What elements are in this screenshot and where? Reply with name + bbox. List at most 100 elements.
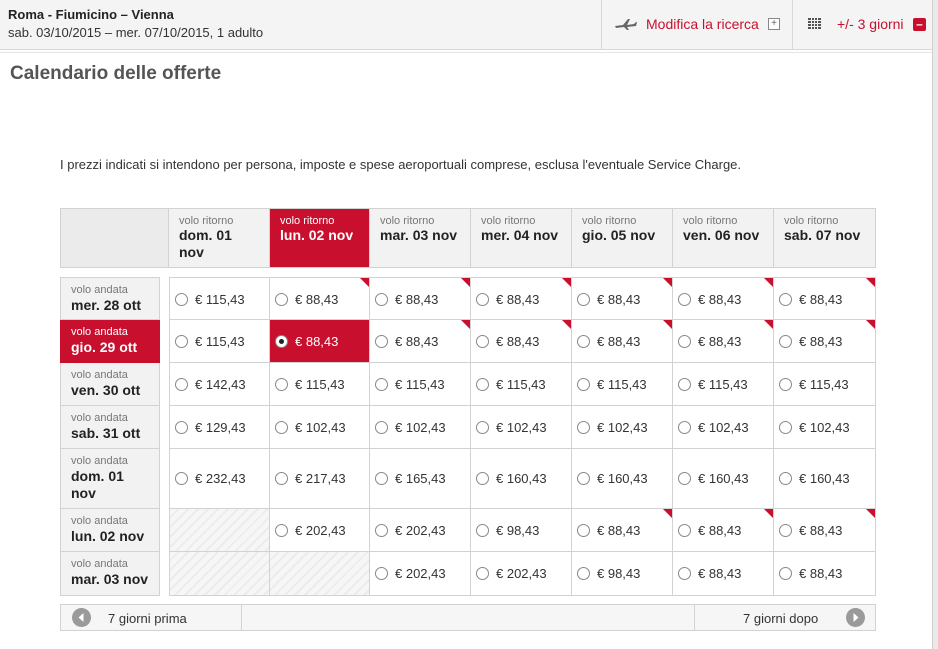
fare-radio[interactable]	[779, 524, 792, 537]
fare-cell[interactable]: € 88,43	[774, 509, 876, 552]
fare-radio[interactable]	[175, 421, 188, 434]
fare-cell[interactable]: € 88,43	[572, 320, 673, 363]
previous-week-button[interactable]: 7 giorni prima	[61, 605, 242, 630]
fare-cell[interactable]: € 217,43	[270, 449, 370, 509]
fare-cell[interactable]: € 88,43	[471, 277, 572, 320]
fare-radio[interactable]	[375, 472, 388, 485]
fare-cell[interactable]: € 115,43	[572, 363, 673, 406]
fare-cell[interactable]: € 202,43	[471, 552, 572, 596]
fare-radio[interactable]	[476, 524, 489, 537]
collapse-minus-icon[interactable]: –	[913, 18, 926, 31]
fare-cell[interactable]: € 88,43	[572, 277, 673, 320]
fare-radio[interactable]	[577, 378, 590, 391]
fare-cell[interactable]: € 102,43	[572, 406, 673, 449]
fare-cell[interactable]: € 98,43	[572, 552, 673, 596]
fare-radio[interactable]	[375, 421, 388, 434]
fare-radio[interactable]	[678, 524, 691, 537]
fare-cell[interactable]: € 88,43	[370, 320, 471, 363]
fare-radio[interactable]	[175, 472, 188, 485]
fare-radio[interactable]	[577, 472, 590, 485]
fare-radio[interactable]	[476, 421, 489, 434]
fare-cell[interactable]: € 160,43	[774, 449, 876, 509]
fare-cell[interactable]: € 165,43	[370, 449, 471, 509]
fare-radio[interactable]	[678, 293, 691, 306]
fare-radio[interactable]	[678, 335, 691, 348]
fare-radio[interactable]	[175, 335, 188, 348]
fare-cell[interactable]: € 88,43	[370, 277, 471, 320]
fare-cell[interactable]: € 88,43	[673, 552, 774, 596]
outbound-date-header[interactable]: volo andata sab. 31 ott	[60, 406, 160, 449]
outbound-date-header[interactable]: volo andata lun. 02 nov	[60, 509, 160, 552]
fare-cell[interactable]: € 115,43	[774, 363, 876, 406]
fare-cell[interactable]: € 115,43	[169, 320, 270, 363]
fare-radio[interactable]	[779, 567, 792, 580]
fare-radio[interactable]	[779, 335, 792, 348]
fare-radio[interactable]	[375, 567, 388, 580]
fare-radio[interactable]	[476, 378, 489, 391]
fare-cell[interactable]: € 142,43	[169, 363, 270, 406]
fare-radio[interactable]	[577, 421, 590, 434]
fare-radio[interactable]	[476, 472, 489, 485]
fare-cell[interactable]: € 102,43	[370, 406, 471, 449]
fare-cell[interactable]: € 88,43	[572, 509, 673, 552]
outbound-date-header[interactable]: volo andata mar. 03 nov	[60, 552, 160, 596]
fare-cell[interactable]: € 232,43	[169, 449, 270, 509]
fare-radio[interactable]	[375, 293, 388, 306]
fare-cell[interactable]: € 102,43	[774, 406, 876, 449]
flexible-days-button[interactable]: +/- 3 giorni –	[792, 0, 932, 50]
fare-radio[interactable]	[779, 421, 792, 434]
return-date-header[interactable]: volo ritorno lun. 02 nov	[270, 208, 370, 268]
return-date-header[interactable]: volo ritorno ven. 06 nov	[673, 208, 774, 268]
fare-cell[interactable]: € 88,43	[774, 552, 876, 596]
fare-cell[interactable]: € 88,43	[774, 277, 876, 320]
fare-radio[interactable]	[476, 567, 489, 580]
fare-cell[interactable]: € 102,43	[673, 406, 774, 449]
fare-cell[interactable]: € 102,43	[270, 406, 370, 449]
fare-radio[interactable]	[476, 335, 489, 348]
fare-radio[interactable]	[577, 524, 590, 537]
outbound-date-header[interactable]: volo andata ven. 30 ott	[60, 363, 160, 406]
fare-cell[interactable]: € 102,43	[471, 406, 572, 449]
fare-cell[interactable]: € 202,43	[270, 509, 370, 552]
fare-radio[interactable]	[275, 472, 288, 485]
return-date-header[interactable]: volo ritorno gio. 05 nov	[572, 208, 673, 268]
return-date-header[interactable]: volo ritorno mer. 04 nov	[471, 208, 572, 268]
fare-cell[interactable]: € 115,43	[471, 363, 572, 406]
fare-cell[interactable]: € 88,43	[673, 509, 774, 552]
fare-cell[interactable]: € 129,43	[169, 406, 270, 449]
return-date-header[interactable]: volo ritorno sab. 07 nov	[774, 208, 876, 268]
fare-radio[interactable]	[275, 293, 288, 306]
fare-cell[interactable]: € 88,43	[270, 320, 370, 363]
fare-cell[interactable]: € 202,43	[370, 509, 471, 552]
fare-cell[interactable]: € 88,43	[471, 320, 572, 363]
fare-cell[interactable]: € 88,43	[774, 320, 876, 363]
fare-cell[interactable]: € 160,43	[572, 449, 673, 509]
fare-cell[interactable]: € 115,43	[370, 363, 471, 406]
outbound-date-header[interactable]: volo andata mer. 28 ott	[60, 277, 160, 320]
fare-cell[interactable]: € 115,43	[270, 363, 370, 406]
fare-cell[interactable]: € 88,43	[270, 277, 370, 320]
fare-radio[interactable]	[375, 524, 388, 537]
fare-cell[interactable]: € 98,43	[471, 509, 572, 552]
fare-radio[interactable]	[779, 378, 792, 391]
next-week-button[interactable]: 7 giorni dopo	[694, 605, 875, 630]
fare-cell[interactable]: € 115,43	[169, 277, 270, 320]
fare-radio[interactable]	[678, 567, 691, 580]
fare-radio[interactable]	[375, 335, 388, 348]
return-date-header[interactable]: volo ritorno mar. 03 nov	[370, 208, 471, 268]
fare-radio[interactable]	[577, 567, 590, 580]
fare-radio[interactable]	[275, 421, 288, 434]
fare-radio[interactable]	[678, 472, 691, 485]
fare-radio[interactable]	[275, 335, 288, 348]
fare-radio[interactable]	[175, 293, 188, 306]
fare-radio[interactable]	[779, 472, 792, 485]
fare-radio[interactable]	[577, 293, 590, 306]
fare-cell[interactable]: € 160,43	[471, 449, 572, 509]
fare-cell[interactable]: € 88,43	[673, 277, 774, 320]
fare-radio[interactable]	[476, 293, 489, 306]
fare-cell[interactable]: € 88,43	[673, 320, 774, 363]
fare-cell[interactable]: € 115,43	[673, 363, 774, 406]
fare-radio[interactable]	[375, 378, 388, 391]
fare-cell[interactable]: € 160,43	[673, 449, 774, 509]
fare-radio[interactable]	[175, 378, 188, 391]
